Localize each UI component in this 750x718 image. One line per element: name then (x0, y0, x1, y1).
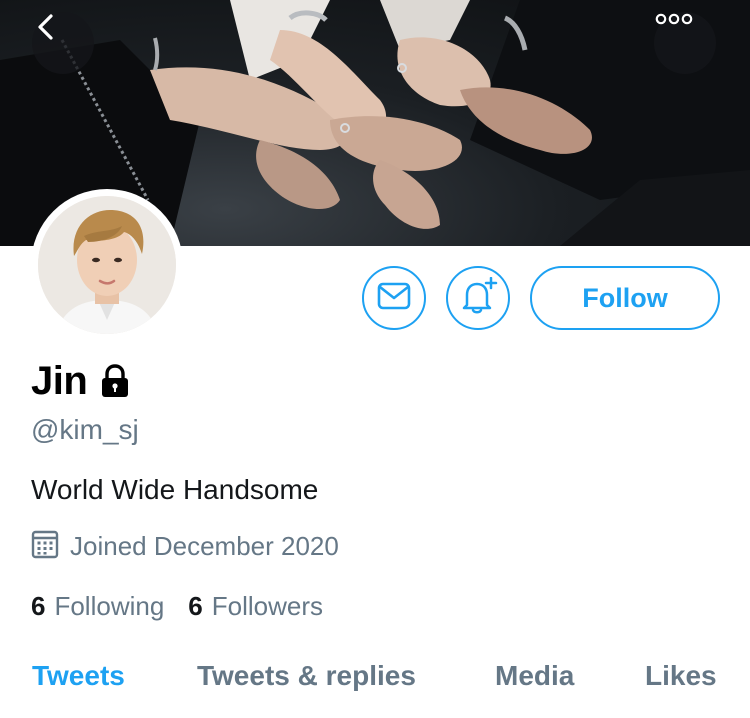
tab-media[interactable]: Media (495, 660, 574, 692)
following-label: Following (54, 590, 165, 621)
calendar-icon (31, 529, 59, 564)
profile-tabs: Tweets Tweets & replies Media Likes (0, 650, 750, 718)
follow-stats: 6 Following 6 Followers (31, 588, 323, 624)
tab-tweets[interactable]: Tweets (32, 660, 125, 692)
lock-icon (99, 364, 131, 398)
followers-link[interactable]: 6 Followers (188, 591, 323, 622)
avatar[interactable] (31, 189, 183, 341)
joined-text: Joined December 2020 (70, 530, 339, 561)
following-count: 6 (31, 590, 46, 621)
message-button[interactable] (362, 266, 426, 330)
back-button[interactable] (32, 12, 94, 74)
profile-name-row: Jin (31, 355, 131, 407)
more-options-button[interactable] (654, 12, 716, 74)
avatar-image (38, 196, 176, 334)
bell-plus-icon (458, 276, 498, 320)
tab-tweets-and-replies[interactable]: Tweets & replies (197, 660, 416, 692)
profile-bio: World Wide Handsome (31, 474, 319, 505)
followers-count: 6 (188, 590, 203, 621)
joined-date: Joined December 2020 (31, 528, 339, 564)
tab-likes[interactable]: Likes (645, 660, 717, 692)
follow-button[interactable]: Follow (530, 266, 720, 330)
following-link[interactable]: 6 Following (31, 591, 164, 622)
profile-handle: @kim_sj (31, 414, 139, 445)
display-name: Jin (31, 358, 88, 403)
followers-label: Followers (211, 590, 324, 621)
envelope-icon (377, 282, 411, 315)
notify-button[interactable] (446, 266, 510, 330)
